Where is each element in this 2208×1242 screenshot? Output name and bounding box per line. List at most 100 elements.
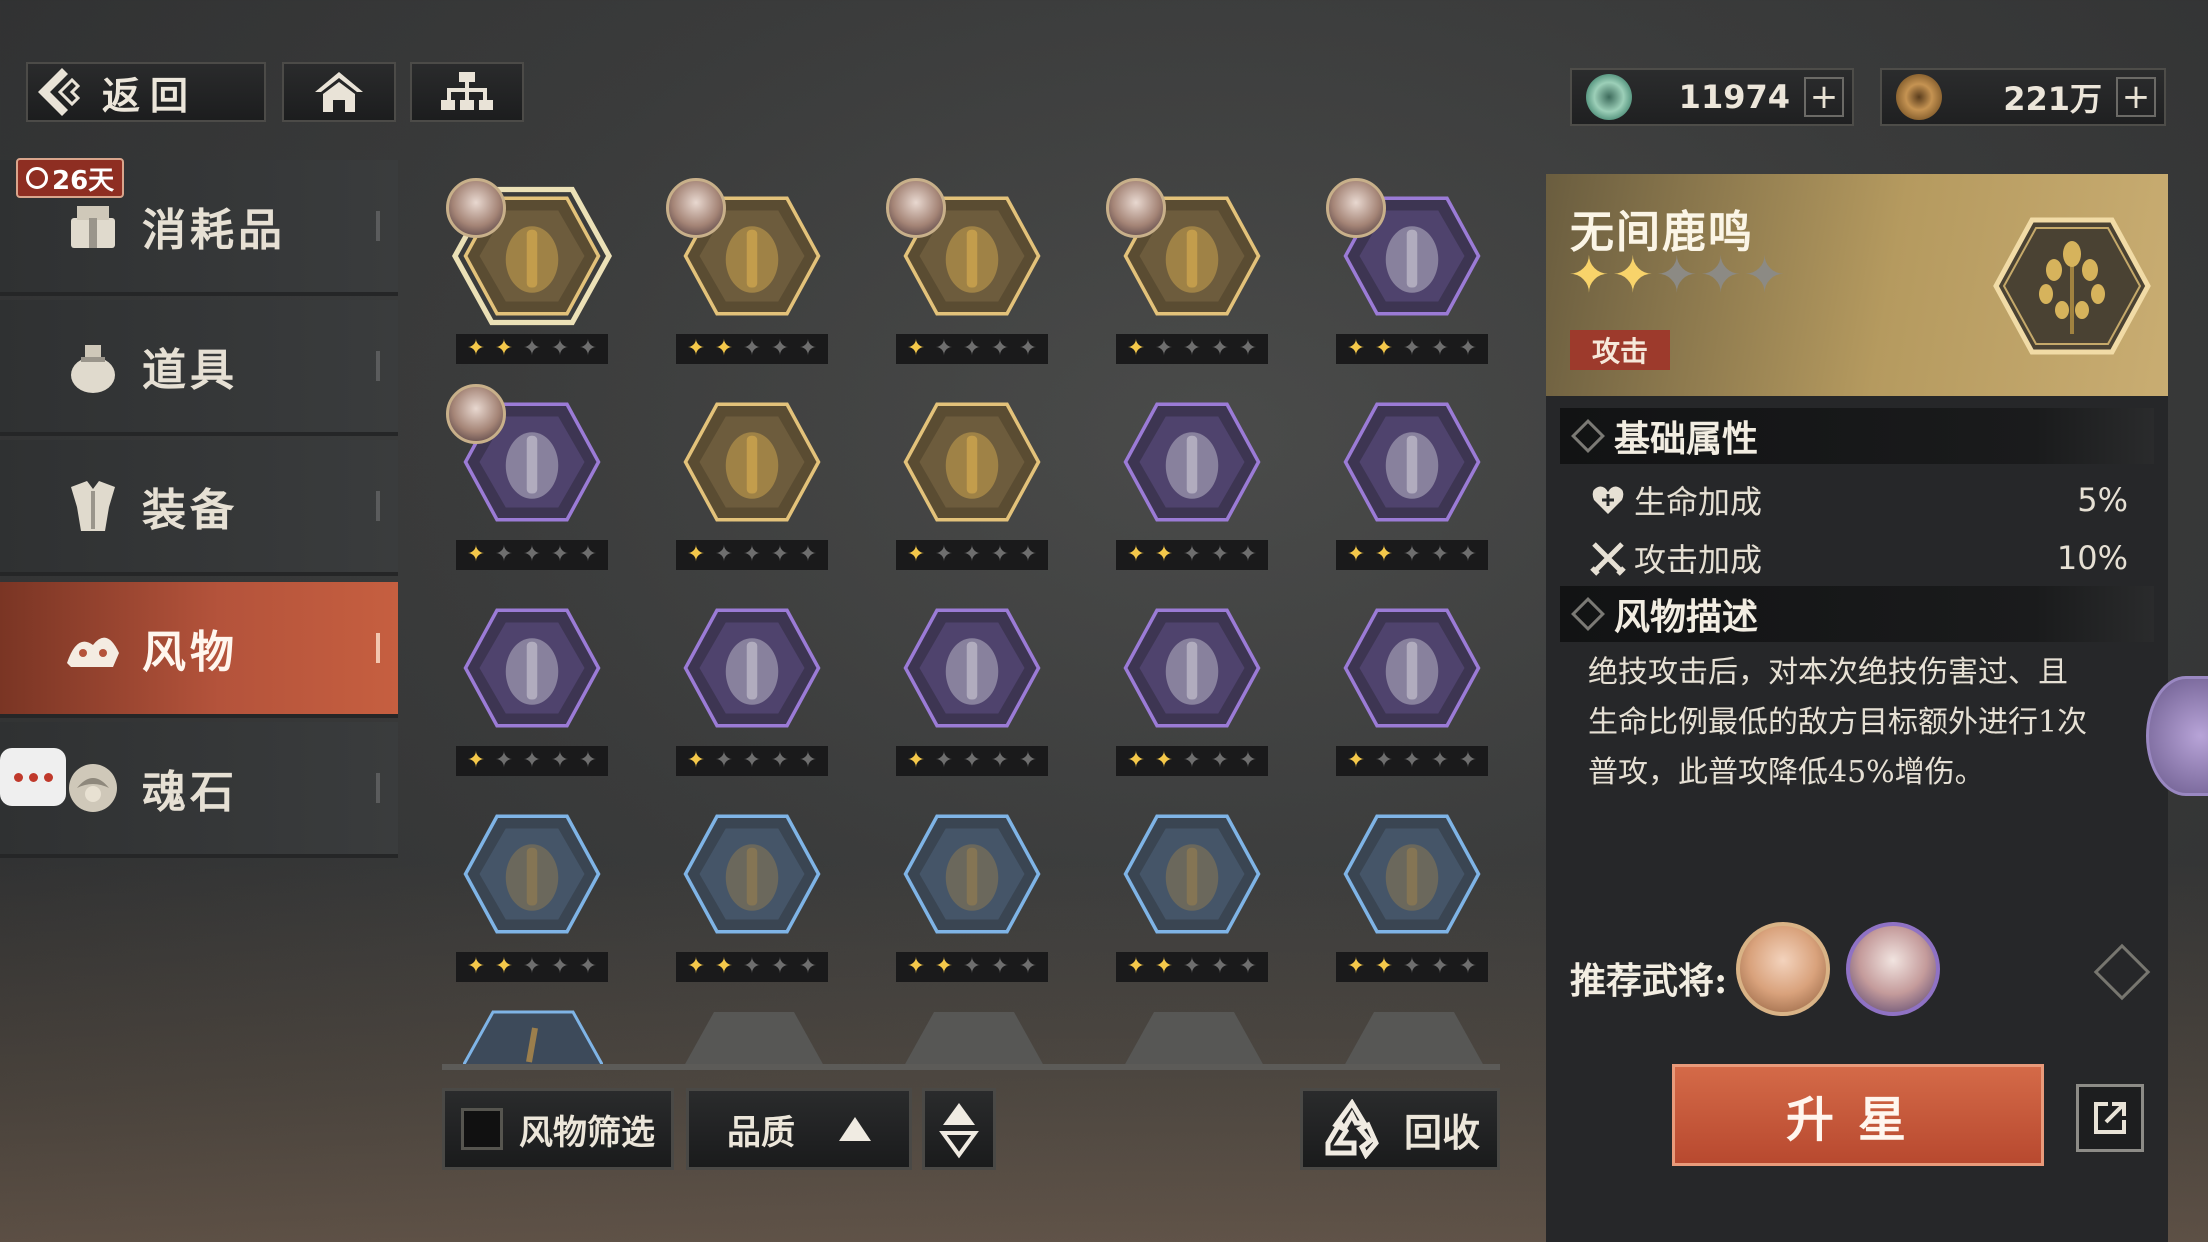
back-button[interactable]: 返回 [26,62,266,122]
grid-scroll-divider [442,1064,1500,1070]
artifact-hex-icon [1343,608,1481,728]
artifact-slot-silver-bells[interactable]: ✦ ✦ ✦ ✦ ✦ [672,598,832,788]
clock-icon [26,167,48,189]
filter-checkbox[interactable] [461,1108,503,1150]
star-rating: ✦ ✦ ✦ ✦ ✦ [896,746,1048,776]
artifact-hex-icon [903,608,1041,728]
chat-button[interactable] [0,748,66,806]
artifact-slot-trident-spear[interactable]: ✦ ✦ ✦ ✦ ✦ [1332,804,1492,994]
star-rating: ✦ ✦ ✦ ✦ ✦ [456,540,608,570]
star-filled-icon: ✦ [686,954,706,979]
artifact-slot-command-token[interactable]: ✦ ✦ ✦ ✦ ✦ [446,384,612,582]
sort-order-button[interactable] [922,1088,996,1170]
sidebar-item-props[interactable]: 道具 [0,300,398,436]
artifact-slot-bracelets[interactable]: ✦ ✦ ✦ ✦ ✦ [672,392,832,582]
artifact-slot-golden-ginkgo-tree[interactable]: ✦ ✦ ✦ ✦ ✦ [446,178,612,376]
home-button[interactable] [282,62,396,122]
artifact-slot-dagger-axe[interactable]: ✦ ✦ ✦ ✦ ✦ [672,804,832,994]
upgrade-star-button[interactable]: 升星 [1672,1064,2044,1166]
star-empty-icon: ✦ [1154,336,1174,361]
artifact-slot-bronze-drum[interactable]: ✦ ✦ ✦ ✦ ✦ [1106,178,1272,376]
artifact-slot-black-jar[interactable]: ✦ ✦ ✦ ✦ ✦ [1112,804,1272,994]
quality-sort-button[interactable]: 品质 [686,1088,912,1170]
artifact-hex-icon [903,814,1041,934]
artifact-slot-wooden-carving[interactable]: ✦ ✦ ✦ ✦ ✦ [666,178,832,376]
star-empty-icon: ✦ [1402,748,1422,773]
star-filled-icon: ✦ [1154,954,1174,979]
hero-avatar [1326,178,1386,238]
star-filled-icon: ✦ [714,336,734,361]
hero-avatar [446,384,506,444]
star-empty-icon: ✦ [990,954,1010,979]
hierarchy-button[interactable] [410,62,524,122]
artifact-hex-icon [683,814,821,934]
star-empty-icon: ✦ [1458,336,1478,361]
artifact-filter-button[interactable]: 风物筛选 [442,1088,674,1170]
star-empty-icon: ✦ [990,748,1010,773]
attr-name: 生命加成 [1634,483,1763,521]
star-empty-icon: ✦ [1402,336,1422,361]
star-empty-icon: ✦ [550,954,570,979]
star-empty-icon: ✦ [742,542,762,567]
star-filled-icon: ✦ [686,542,706,567]
search-icon[interactable] [2093,943,2151,1001]
star-empty-icon: ✦ [1430,954,1450,979]
star-filled-icon: ✦ [494,954,514,979]
star-rating: ✦ ✦ ✦ ✦ ✦ [676,746,828,776]
sidebar-edge [376,773,380,803]
artifact-icon [58,613,128,683]
base-attributes-header: 基础属性 [1560,408,2154,464]
sidebar-item-artifacts[interactable]: 风物 [0,582,398,718]
star-filled-icon: ✦ [1126,954,1146,979]
artifact-slot-jade-seal[interactable]: ✦ ✦ ✦ ✦ ✦ [452,598,612,788]
artifact-slot-jade-ruyi[interactable]: ✦ ✦ ✦ ✦ ✦ [1326,178,1492,376]
artifact-slot-horse-rider-statue[interactable]: ✦ ✦ ✦ ✦ ✦ [1332,392,1492,582]
attr-row-hp: 生命加成 5% [1588,472,2128,528]
recommended-hero-avatar[interactable] [1736,922,1830,1016]
star-empty-icon: ✦ [1018,954,1038,979]
star-filled-icon: ✦ [1374,336,1394,361]
artifact-slot-curved-blade[interactable]: ✦ ✦ ✦ ✦ ✦ [452,804,612,994]
star-filled-icon: ✦ [466,748,486,773]
artifact-slot-golden-tripod-cup[interactable]: ✦ ✦ ✦ ✦ ✦ [892,392,1052,582]
artifact-slot-horsetail-whisk[interactable]: ✦ ✦ ✦ ✦ ✦ [892,598,1052,788]
star-empty-icon: ✦ [1655,246,1698,304]
recommended-hero-avatar[interactable] [1846,922,1940,1016]
artifact-slot-armored-horse[interactable]: ✦ ✦ ✦ ✦ ✦ [1112,598,1272,788]
artifact-description: 绝技攻击后，对本次绝技伤害过、且 生命比例最低的敌方目标额外进行1次 普攻，此普… [1588,648,2140,798]
artifact-slot-short-sword[interactable]: ✦ ✦ ✦ ✦ ✦ [1112,392,1272,582]
recycle-button[interactable]: 回收 [1300,1088,1500,1170]
copper-coin-icon [1896,74,1942,120]
star-filled-icon: ✦ [1154,542,1174,567]
star-empty-icon: ✦ [934,748,954,773]
artifact-slot-bronze-censer[interactable]: ✦ ✦ ✦ ✦ ✦ [1332,598,1492,788]
star-empty-icon: ✦ [1402,954,1422,979]
star-empty-icon: ✦ [1238,748,1258,773]
jade-amount: 11974 [1678,78,1790,116]
add-copper-button[interactable]: + [2116,77,2156,117]
recycle-icon [1325,1099,1379,1159]
star-empty-icon: ✦ [1374,748,1394,773]
star-empty-icon: ✦ [1458,748,1478,773]
desc-line: 绝技攻击后，对本次绝技伤害过、且 [1588,655,2068,690]
star-empty-icon: ✦ [770,336,790,361]
copper-amount: 221万 [2003,80,2102,118]
sidebar-item-equipment[interactable]: 装备 [0,440,398,576]
section-title: 风物描述 [1614,596,1759,638]
partial-item[interactable] [460,1008,606,1068]
placeholder-slot [1344,1008,1484,1066]
star-empty-icon: ✦ [798,542,818,567]
artifact-slot-crossbow[interactable]: ✦ ✦ ✦ ✦ ✦ [886,178,1052,376]
external-link-button[interactable] [2076,1084,2144,1152]
sort-toggle-icon [939,1103,979,1159]
hero-avatar [1106,178,1166,238]
star-empty-icon: ✦ [742,336,762,361]
artifact-slot-bronze-cauldron[interactable]: ✦ ✦ ✦ ✦ ✦ [892,804,1052,994]
star-rating: ✦ ✦ ✦ ✦ ✦ [1336,334,1488,364]
sidebar-item-label: 魂石 [142,767,238,818]
add-jade-button[interactable]: + [1804,77,1844,117]
star-empty-icon: ✦ [522,748,542,773]
artifact-hex-icon [1123,402,1261,522]
star-empty-icon: ✦ [770,954,790,979]
star-filled-icon: ✦ [1346,542,1366,567]
